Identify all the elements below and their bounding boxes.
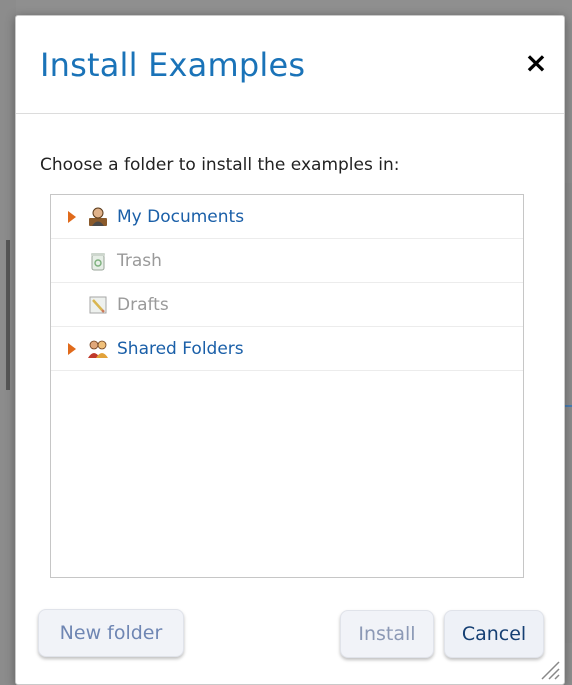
close-icon: × (524, 45, 548, 79)
trash-icon (91, 252, 105, 270)
cancel-button[interactable]: Cancel (444, 610, 544, 658)
background-scrollbar (6, 240, 10, 390)
tree-item-label: Trash (117, 250, 162, 271)
tree-item-my-documents[interactable]: My Documents (51, 195, 523, 239)
tree-item-shared-folders[interactable]: Shared Folders (51, 327, 523, 371)
dialog-title: Install Examples (40, 46, 306, 84)
instruction-text: Choose a folder to install the examples … (40, 155, 400, 175)
folder-tree[interactable]: My Documents Trash Drafts Shared Folders (50, 194, 524, 578)
expand-arrow-icon[interactable] (68, 342, 76, 355)
close-button[interactable]: × (522, 45, 550, 79)
user-folder-icon (89, 207, 107, 226)
install-button[interactable]: Install (340, 610, 434, 658)
resize-grip-icon[interactable] (538, 658, 560, 680)
tree-item-label: Drafts (117, 294, 169, 315)
expand-arrow-icon[interactable] (68, 210, 76, 223)
tree-item-label[interactable]: Shared Folders (117, 339, 244, 359)
tree-item-label[interactable]: My Documents (117, 207, 244, 227)
dialog-header: Install Examples × (16, 16, 564, 114)
install-examples-dialog: Install Examples × Choose a folder to in… (15, 15, 565, 685)
tree-item-trash: Trash (51, 239, 523, 283)
shared-folder-icon (88, 340, 108, 358)
drafts-icon (89, 296, 107, 313)
tree-item-drafts: Drafts (51, 283, 523, 327)
new-folder-button[interactable]: New folder (38, 609, 184, 657)
